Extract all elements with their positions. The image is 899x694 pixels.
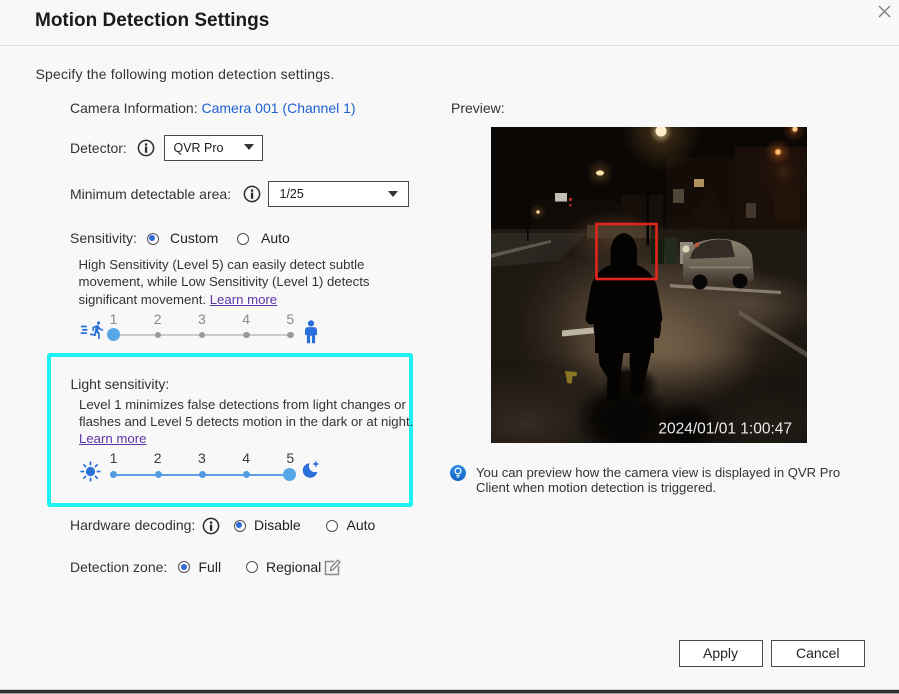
svg-text:2024/01/01 1:00:47: 2024/01/01 1:00:47 bbox=[658, 421, 792, 438]
